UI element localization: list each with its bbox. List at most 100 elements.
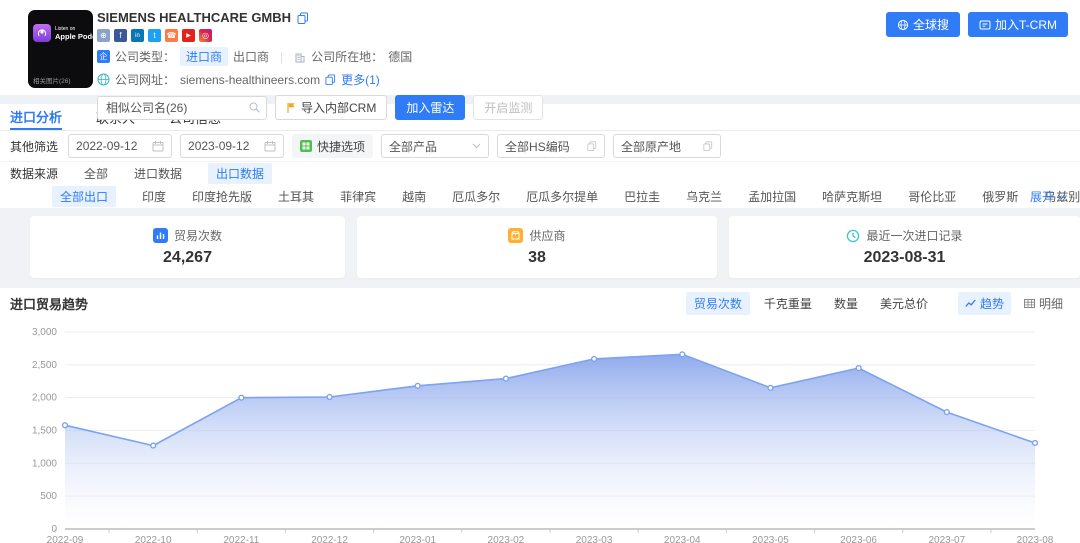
chevron-down-icon [1057,194,1066,200]
view-detail-toggle[interactable]: 明细 [1017,292,1070,315]
source-export[interactable]: 出口数据 [208,163,272,184]
country-tab[interactable]: 越南 [402,188,426,205]
copy-icon[interactable] [297,12,309,24]
apple-podcasts-icon [33,24,51,42]
copy-icon [703,141,713,151]
supplier-value: 38 [528,249,546,267]
trade-count-label: 贸易次数 [174,227,222,244]
phone-icon[interactable]: ☎ [165,29,178,42]
exporter-tag[interactable]: 出口商 [233,48,269,65]
last-import-card: 最近一次进口记录 2023-08-31 [729,216,1080,278]
join-tcrm-label: 加入T-CRM [995,16,1057,33]
svg-text:2023-04: 2023-04 [664,535,701,543]
country-tab[interactable]: 乌克兰 [686,188,722,205]
company-logo: Listen on Apple Podcasts 相关图片(26) [28,10,93,88]
svg-text:2023-07: 2023-07 [928,535,965,543]
svg-text:2023-05: 2023-05 [752,535,789,543]
metric-quantity[interactable]: 数量 [826,292,866,315]
logo-brand: Apple Podcasts [55,32,93,41]
svg-text:0: 0 [51,524,57,535]
svg-text:3,000: 3,000 [32,327,57,338]
facebook-icon[interactable]: f [114,29,127,42]
similar-company-search [97,96,267,120]
metric-usd-total[interactable]: 美元总价 [872,292,936,315]
importer-tag[interactable]: 进口商 [180,47,228,66]
link-icon[interactable] [248,101,261,114]
location-label: 公司所在地： [311,48,383,65]
join-tcrm-button[interactable]: 加入T-CRM [968,12,1068,37]
data-source-row: 数据来源 全部 进口数据 出口数据 [0,162,1080,185]
trend-title: 进口贸易趋势 [10,294,88,313]
origin-value: 全部原产地 [621,138,681,155]
copy-icon [587,141,597,151]
join-radar-label: 加入雷达 [406,99,454,116]
instagram-icon[interactable]: ◎ [199,29,212,42]
more-link[interactable]: 更多(1) [341,71,380,88]
product-select[interactable]: 全部产品 [381,134,489,158]
youtube-icon[interactable]: ▶ [182,29,195,42]
country-tab[interactable]: 哥伦比亚 [908,188,956,205]
import-crm-button[interactable]: 导入内部CRM [275,95,387,120]
supplier-card: 供应商 38 [357,216,717,278]
expand-button[interactable]: 展开 [1030,188,1066,205]
country-tab[interactable]: 巴拉圭 [624,188,660,205]
country-tab[interactable]: 土耳其 [278,188,314,205]
svg-text:2022-11: 2022-11 [223,535,259,543]
country-tab[interactable]: 孟加拉国 [748,188,796,205]
related-images-caption: 相关图片(26) [33,75,71,85]
company-name: SIEMENS HEALTHCARE GMBH [97,10,291,25]
metric-trade-count[interactable]: 贸易次数 [686,292,750,315]
location-icon [294,51,306,63]
similar-company-input[interactable] [97,96,267,120]
import-crm-label: 导入内部CRM [301,99,376,116]
table-icon [1024,299,1035,308]
view-trend-toggle[interactable]: 趋势 [958,292,1011,315]
calendar-icon [152,140,164,152]
country-tab[interactable]: 哈萨克斯坦 [822,188,882,205]
join-radar-button[interactable]: 加入雷达 [395,95,465,120]
svg-text:2023-06: 2023-06 [840,535,877,543]
trade-count-value: 24,267 [163,249,212,267]
svg-text:2022-09: 2022-09 [47,535,84,543]
country-tab[interactable]: 印度抢先版 [192,188,252,205]
svg-text:1,000: 1,000 [32,458,57,469]
country-tab[interactable]: 全部出口 [52,186,116,207]
date-to-picker[interactable]: 2023-09-12 [180,134,284,158]
website-label: 公司网址： [115,71,175,88]
website-value[interactable]: siemens-healthineers.com [180,73,320,87]
other-filters-label: 其他筛选 [10,138,58,155]
company-header: Listen on Apple Podcasts 相关图片(26) SIEMEN… [0,0,1080,95]
country-tab[interactable]: 俄罗斯 [982,188,1018,205]
country-tab[interactable]: 菲律宾 [340,188,376,205]
country-tab[interactable]: 厄瓜多尔提单 [526,188,598,205]
date-from-picker[interactable]: 2022-09-12 [68,134,172,158]
svg-text:2023-03: 2023-03 [576,535,613,543]
hs-code-select[interactable]: 全部HS编码 [497,134,605,158]
view-detail-label: 明细 [1039,295,1063,312]
website-icon[interactable]: ⊕ [97,29,110,42]
origin-select[interactable]: 全部原产地 [613,134,721,158]
divider: | [280,50,283,64]
start-monitoring-button[interactable]: 开启监测 [473,95,543,120]
flag-icon [286,102,297,113]
last-import-value: 2023-08-31 [864,249,946,267]
crm-card-icon [979,19,991,31]
metric-kg-weight[interactable]: 千克重量 [756,292,820,315]
global-search-button[interactable]: 全球搜 [886,12,960,37]
copy-icon[interactable] [325,74,336,85]
product-select-value: 全部产品 [389,138,437,155]
twitter-icon[interactable]: t [148,29,161,42]
linkedin-icon[interactable]: in [131,29,144,42]
svg-text:2023-08: 2023-08 [1017,535,1054,543]
stat-cards: 贸易次数 24,267 供应商 38 最近一次进口记录 2023-08-31 [0,208,1080,288]
source-import[interactable]: 进口数据 [134,165,182,182]
source-all[interactable]: 全部 [84,165,108,182]
date-to-value: 2023-09-12 [188,139,249,153]
country-tab[interactable]: 印度 [142,188,166,205]
view-trend-label: 趋势 [980,295,1004,312]
quick-options-button[interactable]: 快捷选项 [292,134,373,158]
tab-import-analysis[interactable]: 进口分析 [10,104,62,130]
expand-label: 展开 [1030,188,1054,205]
country-tab[interactable]: 厄瓜多尔 [452,188,500,205]
global-search-label: 全球搜 [913,16,949,33]
